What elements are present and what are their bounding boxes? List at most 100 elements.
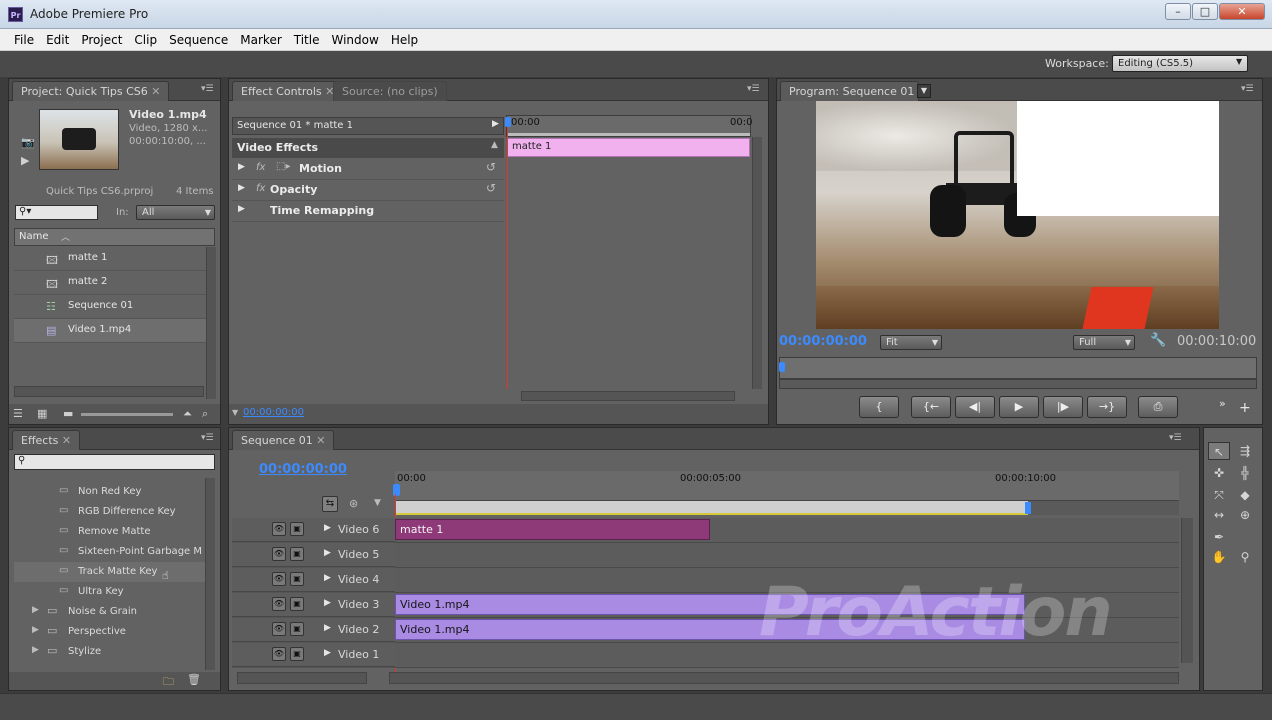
more-icon[interactable]: »: [1219, 397, 1226, 410]
selection-tool-icon[interactable]: ↖: [1208, 442, 1230, 460]
close-button[interactable]: ✕: [1219, 3, 1265, 20]
quality-select[interactable]: Full: [1073, 335, 1135, 350]
rolling-edit-tool-icon[interactable]: ╬: [1234, 464, 1256, 482]
effects-search-input[interactable]: ⚲: [14, 454, 215, 470]
track-header-video-4[interactable]: 👁 ▣ ▶ Video 4: [232, 568, 395, 592]
minimize-button[interactable]: –: [1165, 3, 1191, 20]
link-icon[interactable]: ⊛: [349, 497, 358, 510]
effect-row-opacity[interactable]: ▶ fx Opacity ↺: [232, 180, 504, 201]
step-forward-button[interactable]: |▶: [1043, 396, 1083, 418]
tab-effect-controls[interactable]: Effect Controls ✕: [232, 81, 344, 101]
list-item[interactable]: ☷ Sequence 01: [14, 295, 207, 319]
folder-item[interactable]: ▶ ▭ Stylize: [14, 642, 205, 662]
timeline-ruler[interactable]: 00:00 00:00:05:00 00:00:10:00: [395, 471, 1179, 501]
workspace-select[interactable]: Editing (CS5.5): [1112, 55, 1248, 72]
slip-tool-icon[interactable]: ↔: [1208, 506, 1230, 524]
zoom-out-icon[interactable]: ▬: [63, 407, 73, 420]
menu-title[interactable]: Title: [288, 29, 326, 50]
playhead-handle[interactable]: [505, 117, 511, 127]
add-marker-icon[interactable]: ▼: [374, 498, 381, 508]
work-area-bar[interactable]: [395, 501, 1028, 515]
menu-help[interactable]: Help: [385, 29, 424, 50]
export-frame-button[interactable]: ⎙: [1138, 396, 1178, 418]
panel-menu-icon[interactable]: ▾☰: [201, 433, 215, 443]
timeline-timecode[interactable]: 00:00:00:00: [259, 462, 347, 477]
in-filter-select[interactable]: All: [136, 205, 215, 220]
tab-sequence[interactable]: Sequence 01 ✕: [232, 430, 335, 450]
hand-tool-icon[interactable]: ✋: [1208, 548, 1230, 566]
program-timecode[interactable]: 00:00:00:00: [779, 334, 867, 349]
menu-project[interactable]: Project: [75, 29, 128, 50]
list-item[interactable]: ▭ Remove Matte: [14, 522, 205, 542]
project-scrollbar[interactable]: [206, 247, 216, 399]
maximize-button[interactable]: □: [1192, 3, 1218, 20]
razor-tool-icon[interactable]: ◆: [1234, 486, 1256, 504]
panel-menu-icon[interactable]: ▾☰: [1169, 433, 1183, 443]
project-h-scrollbar[interactable]: [14, 386, 204, 397]
panel-menu-icon[interactable]: ▾☰: [747, 84, 761, 94]
track-header-video-5[interactable]: 👁 ▣ ▶ Video 5: [232, 543, 395, 567]
list-item[interactable]: ▤ Video 1.mp4: [14, 319, 207, 343]
step-back-button[interactable]: ◀|: [955, 396, 995, 418]
track-header-video-2[interactable]: 👁 ▣ ▶ Video 2: [232, 618, 395, 642]
poster-frame-icon[interactable]: 📷: [21, 136, 35, 149]
go-to-out-button[interactable]: →}: [1087, 396, 1127, 418]
effect-row-motion[interactable]: ▶ fx ⬚▸ Motion ↺: [232, 159, 504, 180]
folder-item[interactable]: ▶ ▭ Perspective: [14, 622, 205, 642]
track-select-tool-icon[interactable]: ⇶: [1234, 442, 1256, 460]
timeline-h-scrollbar[interactable]: [389, 672, 1179, 684]
list-item[interactable]: ▭ Sixteen-Point Garbage M: [14, 542, 205, 562]
panel-menu-icon[interactable]: ▾☰: [1241, 84, 1255, 94]
toggle-timeline-icon[interactable]: ▶: [492, 119, 499, 129]
tab-program[interactable]: Program: Sequence 01 ▼: [780, 81, 931, 101]
menu-marker[interactable]: Marker: [234, 29, 287, 50]
reset-icon[interactable]: ↺: [486, 160, 496, 174]
track-header-video-6[interactable]: 👁 ▣ ▶ Video 6: [232, 518, 395, 542]
add-button-icon[interactable]: +: [1239, 400, 1251, 416]
list-item[interactable]: 🖾 matte 1: [14, 247, 207, 271]
ec-h-scrollbar[interactable]: [521, 391, 735, 401]
list-item[interactable]: 🖾 matte 2: [14, 271, 207, 295]
menu-sequence[interactable]: Sequence: [163, 29, 234, 50]
project-search-input[interactable]: ⚲▾: [15, 205, 98, 220]
slide-tool-icon[interactable]: ⊕: [1234, 506, 1256, 524]
ec-clip-bar[interactable]: matte 1: [507, 138, 750, 157]
list-item[interactable]: ▭ Ultra Key: [14, 582, 205, 602]
ec-timecode[interactable]: 00:00:00:00: [243, 407, 304, 418]
timeline-v-scrollbar[interactable]: [1181, 518, 1193, 663]
panel-menu-icon[interactable]: ▾☰: [201, 84, 215, 94]
playhead-handle[interactable]: [779, 362, 785, 372]
find-icon[interactable]: ⌕: [202, 407, 208, 421]
delete-icon[interactable]: 🗑: [187, 673, 201, 686]
play-button[interactable]: ▶: [999, 396, 1039, 418]
effect-row-time-remapping[interactable]: ▶ Time Remapping: [232, 201, 504, 222]
play-icon[interactable]: ▶: [21, 154, 29, 167]
folder-item[interactable]: ▶ ▭ Noise & Grain: [14, 602, 205, 622]
menu-clip[interactable]: Clip: [128, 29, 163, 50]
program-zoom-bar[interactable]: [779, 379, 1257, 389]
zoom-slider[interactable]: [81, 413, 173, 416]
name-column-header[interactable]: Name ︿: [14, 228, 215, 246]
tab-source[interactable]: Source: (no clips): [333, 81, 447, 101]
wrench-icon[interactable]: 🔧: [1150, 333, 1166, 348]
menu-edit[interactable]: Edit: [40, 29, 75, 50]
new-bin-icon[interactable]: 🗀: [163, 673, 174, 692]
list-item[interactable]: ▭ RGB Difference Key: [14, 502, 205, 522]
timeline-zoom-scroll[interactable]: [237, 672, 367, 684]
list-item[interactable]: ▭ Non Red Key: [14, 482, 205, 502]
menu-window[interactable]: Window: [325, 29, 384, 50]
tab-effects[interactable]: Effects ✕: [12, 430, 81, 450]
work-area-end-handle[interactable]: [1025, 502, 1031, 514]
track-header-video-3[interactable]: 👁 ▣ ▶ Video 3: [232, 593, 395, 617]
tab-project[interactable]: Project: Quick Tips CS6 ✕: [12, 81, 170, 101]
matte-clip-video-6[interactable]: matte 1: [395, 519, 710, 540]
go-to-in-button[interactable]: {←: [911, 396, 951, 418]
automate-icon[interactable]: ⏶: [183, 407, 192, 421]
ec-timeline-ruler[interactable]: 00:00 00:0: [506, 115, 752, 137]
rate-stretch-tool-icon[interactable]: ⤧: [1208, 486, 1230, 504]
snap-icon[interactable]: ⇆: [322, 496, 338, 512]
pen-tool-icon[interactable]: ✒: [1208, 528, 1230, 546]
list-view-icon[interactable]: ☰: [13, 407, 23, 420]
menu-file[interactable]: File: [8, 29, 40, 50]
program-time-ruler[interactable]: [779, 357, 1257, 379]
